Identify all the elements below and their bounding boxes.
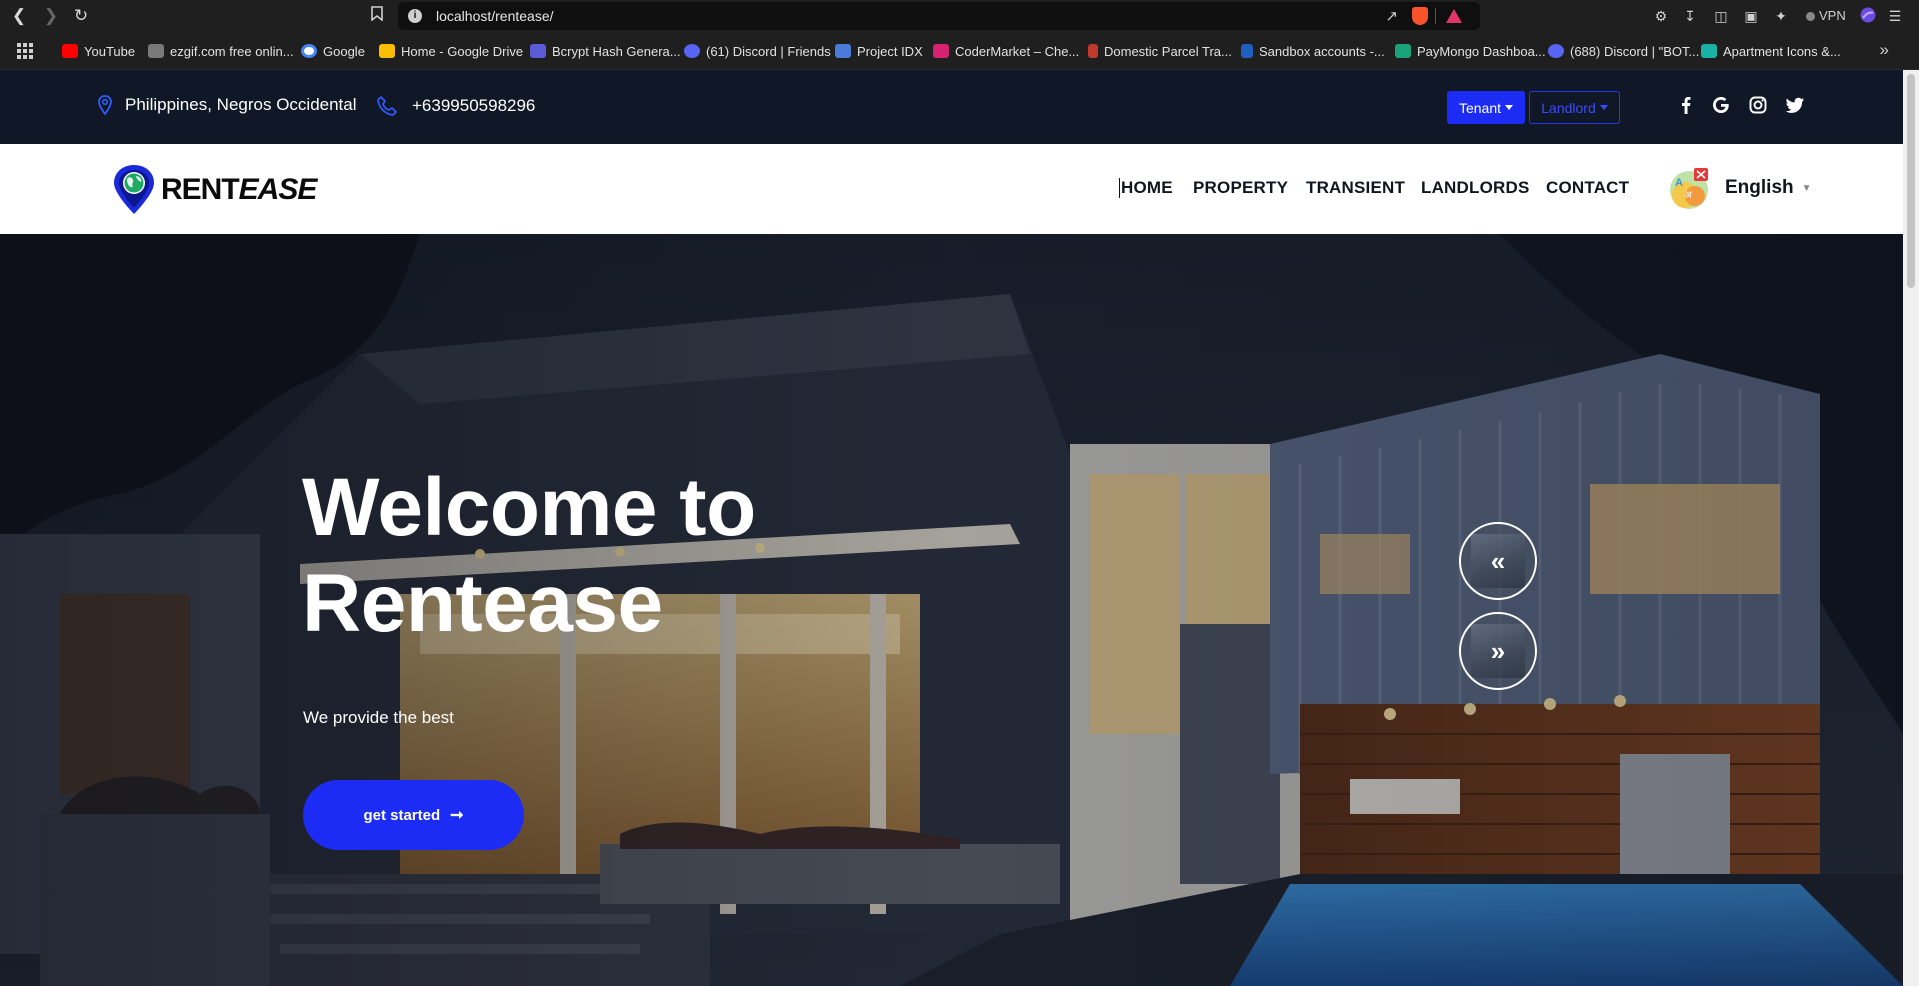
nav-transient[interactable]: TRANSIENT	[1306, 178, 1405, 198]
nav-property[interactable]: PROPERTY	[1193, 178, 1288, 198]
logo-pin-icon	[114, 165, 154, 214]
address-bar[interactable]: i localhost/rentease/ ↗	[398, 2, 1480, 30]
discord-icon	[1548, 44, 1564, 58]
main-navbar: RENTEASE HOME PROPERTY TRANSIENT LANDLOR…	[0, 144, 1903, 234]
bookmark-google[interactable]: Google	[301, 42, 365, 60]
google-icon	[301, 44, 317, 58]
logo-wordmark: RENTEASE	[161, 173, 317, 206]
bookmark-ezgif[interactable]: ezgif.com free onlin...	[148, 42, 294, 60]
menu-icon[interactable]: ☰	[1886, 7, 1904, 25]
extensions-icon[interactable]: ⚙	[1652, 7, 1670, 25]
chevron-down-icon	[1599, 105, 1608, 110]
bookmarks-bar: YouTube ezgif.com free onlin... Google H…	[0, 32, 1919, 70]
page-scrollbar[interactable]	[1903, 70, 1919, 986]
site-logo[interactable]: RENTEASE	[111, 164, 317, 216]
hero-background-image	[0, 234, 1903, 986]
reload-icon[interactable]: ↻	[70, 5, 92, 27]
page-viewport: Philippines, Negros Occidental +63995059…	[0, 70, 1919, 986]
instagram-icon[interactable]	[1748, 95, 1768, 115]
hero-title-line1: Welcome to	[302, 462, 756, 553]
apps-grid-icon[interactable]	[17, 43, 33, 59]
bookmark-bcrypt[interactable]: Bcrypt Hash Genera...	[530, 42, 681, 60]
discord-icon	[684, 44, 700, 58]
share-icon[interactable]: ↗	[1385, 7, 1398, 25]
bookmark-youtube[interactable]: YouTube	[62, 42, 135, 60]
hero-title-line2: Rentease	[302, 558, 663, 649]
translate-icon: A अ	[1670, 168, 1708, 209]
nav-home[interactable]: HOME	[1119, 178, 1173, 198]
svg-text:A: A	[1675, 177, 1683, 189]
scrollbar-thumb[interactable]	[1907, 74, 1915, 288]
chevron-down-icon: ▼	[1801, 182, 1812, 194]
contact-topbar: Philippines, Negros Occidental +63995059…	[0, 70, 1903, 144]
hero-title: Welcome to Rentease	[302, 460, 902, 652]
address-divider	[1435, 8, 1436, 24]
bookmark-codermarket[interactable]: CoderMarket – Che...	[933, 42, 1079, 60]
chevron-down-icon	[1505, 105, 1514, 110]
language-selector[interactable]: A अ English ▼	[1667, 166, 1812, 210]
apartment-icons-icon	[1701, 44, 1717, 58]
location-info: Philippines, Negros Occidental	[98, 95, 357, 115]
next-slide-button[interactable]: »	[1459, 612, 1537, 690]
hero-slider: Welcome to Rentease We provide the best …	[0, 234, 1903, 986]
sidebar-icon[interactable]: ◫	[1712, 7, 1730, 25]
phone-icon	[377, 96, 397, 116]
brave-shields-icon[interactable]	[1412, 7, 1428, 25]
profile-icon[interactable]	[1859, 7, 1877, 25]
phone-info: +639950598296	[376, 95, 535, 117]
browser-toolbar: ❮ ❯ ↻ i localhost/rentease/ ↗ ⚙ ↧ ◫ ▣ ✦ …	[0, 0, 1919, 32]
landlord-dropdown-button[interactable]: Landlord	[1529, 91, 1620, 124]
bookmark-parcel-tracking[interactable]: Domestic Parcel Tra...	[1088, 42, 1232, 60]
arrow-right-icon: ➞	[450, 807, 464, 824]
twitter-icon[interactable]	[1785, 95, 1805, 115]
more-bookmarks-icon[interactable]: »	[1880, 40, 1889, 60]
map-pin-icon	[98, 95, 112, 115]
codermarket-icon	[933, 44, 949, 58]
nav-contact[interactable]: CONTACT	[1546, 178, 1629, 198]
vpn-button[interactable]: VPN	[1806, 8, 1846, 23]
svg-text:अ: अ	[1684, 190, 1692, 201]
brave-rewards-icon[interactable]	[1446, 9, 1462, 23]
bookmark-sandbox-accounts[interactable]: Sandbox accounts -...	[1241, 42, 1385, 60]
leo-ai-icon[interactable]: ✦	[1772, 7, 1790, 25]
project-idx-icon	[835, 44, 851, 58]
bookmark-apartment-icons[interactable]: Apartment Icons &...	[1701, 42, 1841, 60]
bookmark-page-icon[interactable]	[366, 5, 388, 27]
ezgif-icon	[148, 44, 164, 58]
forward-icon[interactable]: ❯	[40, 5, 62, 27]
prev-slide-button[interactable]: «	[1459, 522, 1537, 600]
bookmark-project-idx[interactable]: Project IDX	[835, 42, 923, 60]
bookmark-google-drive[interactable]: Home - Google Drive	[379, 42, 523, 60]
language-label: English	[1725, 177, 1794, 198]
address-url[interactable]: localhost/rentease/	[436, 8, 554, 24]
bcrypt-icon	[530, 44, 546, 58]
google-icon[interactable]	[1711, 95, 1731, 115]
site-info-icon[interactable]: i	[408, 9, 422, 23]
facebook-icon[interactable]	[1676, 95, 1696, 115]
tenant-dropdown-button[interactable]: Tenant	[1447, 91, 1525, 124]
nav-landlords[interactable]: LANDLORDS	[1421, 178, 1530, 198]
bookmark-paymongo[interactable]: PayMongo Dashboa...	[1395, 42, 1546, 60]
paymongo-icon	[1395, 44, 1411, 58]
bookmark-discord-bot[interactable]: (688) Discord | "BOT...	[1548, 42, 1699, 60]
google-drive-icon	[379, 44, 395, 58]
wallet-icon[interactable]: ▣	[1742, 7, 1760, 25]
phone-number: +639950598296	[412, 96, 536, 115]
double-chevron-left-icon: «	[1490, 545, 1506, 576]
parcel-tracking-icon	[1088, 44, 1098, 58]
back-icon[interactable]: ❮	[8, 5, 30, 27]
youtube-icon	[62, 44, 78, 58]
location-text: Philippines, Negros Occidental	[125, 95, 357, 114]
get-started-button[interactable]: get started ➞	[303, 780, 524, 850]
downloads-icon[interactable]: ↧	[1681, 7, 1699, 25]
hero-subtitle: We provide the best	[303, 708, 454, 727]
paypal-icon	[1241, 44, 1253, 58]
double-chevron-right-icon: »	[1490, 635, 1506, 666]
bookmark-discord-friends[interactable]: (61) Discord | Friends	[684, 42, 831, 60]
